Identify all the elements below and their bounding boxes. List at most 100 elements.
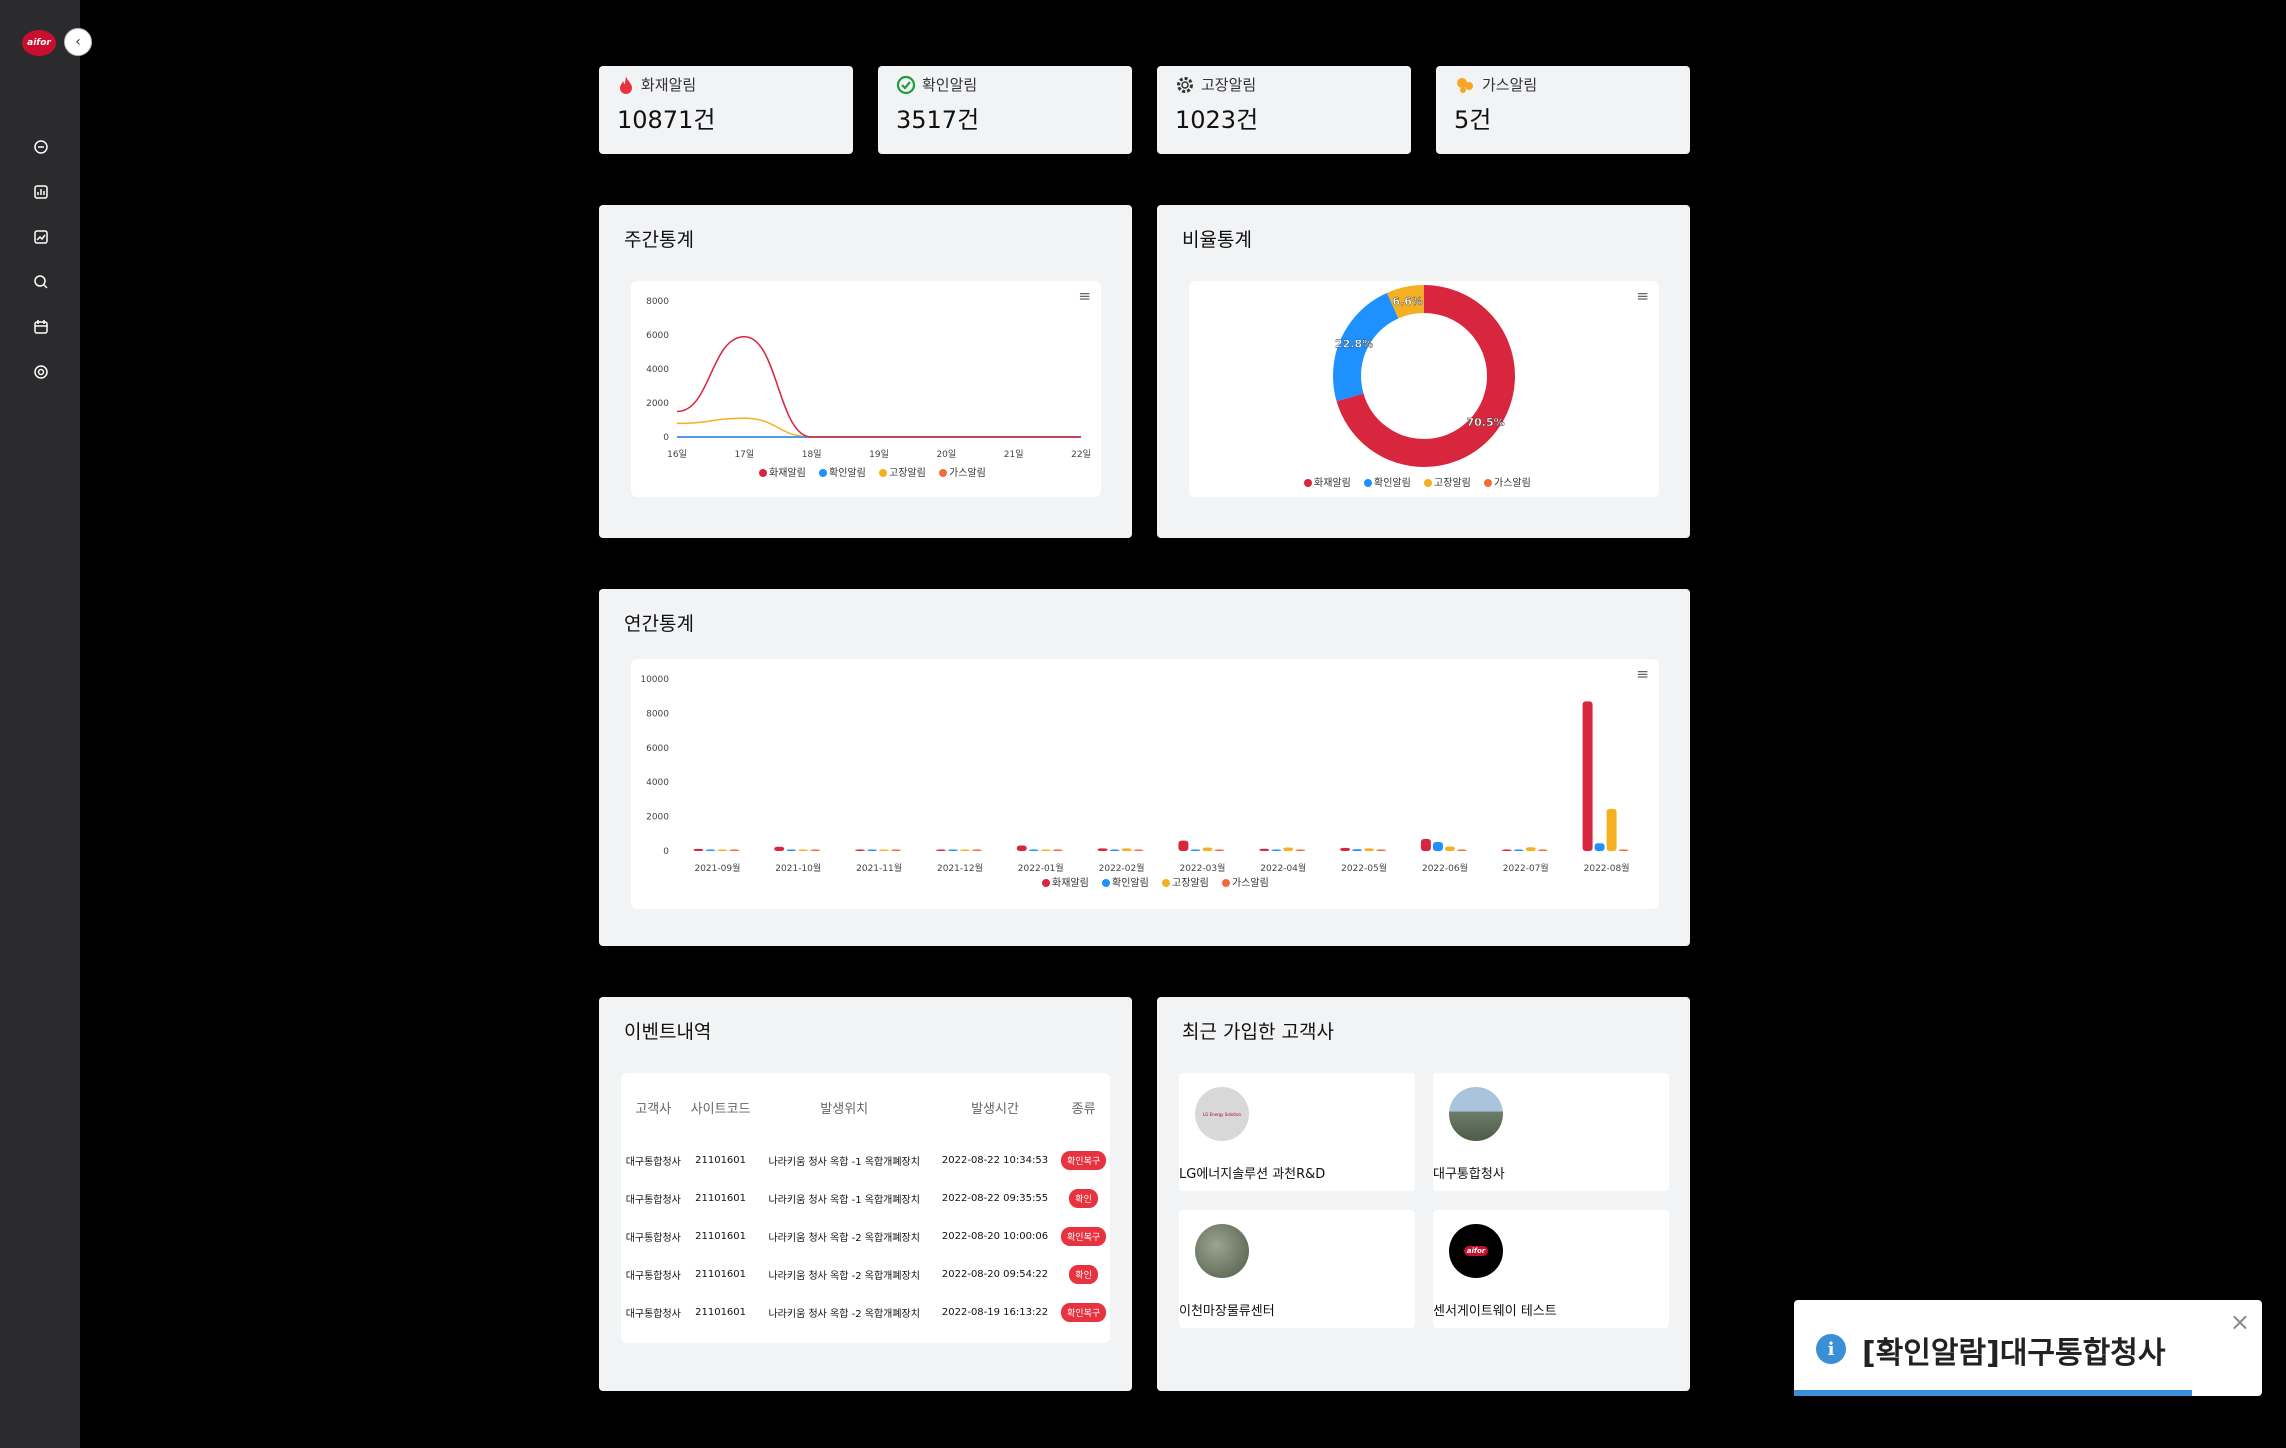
slice-data-label: 6.6%: [1392, 295, 1423, 308]
toast-message: [확인알람]대구통합청사: [1862, 1336, 2166, 1371]
close-icon[interactable]: ×: [2230, 1308, 2250, 1336]
events-table-container: 고객사 사이트코드 발생위치 발생시간 종류 대구통합청사 21101601 나…: [621, 1073, 1110, 1343]
stat-value-confirm: 3517건: [896, 106, 980, 134]
events-title: 이벤트내역: [624, 1021, 712, 1043]
ratio-chart-container: ≡ 70.5% 22.8% 6.6% 화재알림 확인알림 고장알림 가스알림: [1189, 281, 1659, 497]
legend-label: 가스알림: [1232, 877, 1269, 889]
toast-notification[interactable]: i [확인알람]대구통합청사 ×: [1794, 1300, 2262, 1396]
cell-code: 21101601: [695, 1306, 747, 1318]
customer-card[interactable]: LG Energy Solution LG에너지솔루션 과천R&D: [1179, 1073, 1415, 1191]
table-row[interactable]: 대구통합청사 21101601 나라키움 청사 옥합 -2 옥합개폐장치 202…: [621, 1255, 1110, 1293]
bar: [935, 849, 946, 851]
bar: [1283, 847, 1294, 851]
x-tick-label: 2022-07월: [1503, 862, 1549, 874]
bar: [947, 849, 958, 851]
cell-location: 나라키움 청사 옥합 -1 옥합개폐장치: [768, 1194, 920, 1206]
x-tick-label: 20일: [936, 449, 956, 460]
column-header[interactable]: 고객사: [621, 1073, 686, 1141]
calendar-icon[interactable]: [32, 318, 50, 336]
bar: [1432, 842, 1443, 851]
chart-menu-icon[interactable]: ≡: [1636, 287, 1649, 305]
cell-location: 나라키움 청사 옥합 -1 옥합개폐장치: [768, 1156, 920, 1168]
weekly-stats-card: 주간통계 ≡ 0 2000 4000 6000 8000 16일 17일 18일 19일 20일 2…: [599, 205, 1132, 538]
bar: [1214, 849, 1225, 851]
cell-location: 나라키움 청사 옥합 -2 옥합개폐장치: [768, 1232, 920, 1244]
search-icon[interactable]: [32, 273, 50, 291]
stat-value-fire: 10871건: [617, 106, 716, 134]
x-tick-label: 2021-12월: [937, 862, 983, 874]
customer-card[interactable]: 대구통합청사: [1433, 1073, 1669, 1191]
bar: [1444, 846, 1455, 851]
legend-label: 확인알림: [829, 467, 866, 479]
dashboard-icon[interactable]: [32, 138, 50, 156]
table-row[interactable]: 대구통합청사 21101601 나라키움 청사 옥합 -2 옥합개폐장치 202…: [621, 1293, 1110, 1331]
recent-customers-title: 최근 가입한 고객사: [1182, 1021, 1334, 1043]
cell-location: 나라키움 청사 옥합 -2 옥합개폐장치: [768, 1308, 920, 1320]
legend-marker: [1424, 479, 1432, 487]
y-tick-label: 8000: [646, 709, 669, 719]
y-tick-label: 4000: [646, 365, 669, 375]
chart-menu-icon[interactable]: ≡: [1636, 665, 1649, 683]
bar: [1178, 840, 1189, 851]
bar: [1295, 849, 1306, 851]
y-tick-label: 8000: [646, 297, 669, 307]
column-header[interactable]: 발생시간: [933, 1073, 1057, 1141]
status-badge: 확인복구: [1061, 1226, 1107, 1246]
status-badge: 확인: [1069, 1264, 1098, 1284]
legend-label: 확인알림: [1112, 877, 1149, 889]
cell-type: 확인복구: [1057, 1293, 1110, 1331]
bar: [855, 849, 866, 851]
bar: [1352, 849, 1363, 851]
legend-marker: [759, 469, 767, 477]
cell-time: 2022-08-20 10:00:06: [941, 1230, 1049, 1242]
yearly-stats-card: 연간통계 ≡ 0 2000 4000 6000 8000 10000 2021-09월 202…: [599, 589, 1690, 946]
column-header[interactable]: 발생위치: [756, 1073, 933, 1141]
line-chart-icon[interactable]: [32, 228, 50, 246]
weekly-chart-container: ≡ 0 2000 4000 6000 8000 16일 17일 18일 19일 20일 21일 22일…: [631, 281, 1101, 497]
stat-card-confirm: 확인알림 3517건: [878, 66, 1132, 154]
table-row[interactable]: 대구통합청사 21101601 나라키움 청사 옥합 -2 옥합개폐장치 202…: [621, 1217, 1110, 1255]
x-tick-label: 16일: [667, 449, 687, 460]
x-tick-label: 21일: [1004, 449, 1024, 460]
stat-card-fire: 화재알림 10871건: [599, 66, 853, 154]
cell-time: 2022-08-22 09:35:55: [941, 1192, 1049, 1204]
customer-card[interactable]: aifor 센서게이트웨이 테스트: [1433, 1210, 1669, 1328]
stat-card-fault: 고장알림 1023건: [1157, 66, 1411, 154]
chart-menu-icon[interactable]: ≡: [1078, 287, 1091, 305]
x-tick-label: 2022-06월: [1422, 862, 1468, 874]
chevron-left-icon[interactable]: ‹: [64, 28, 92, 56]
bar: [1109, 849, 1120, 851]
cell-customer: 대구통합청사: [625, 1270, 681, 1282]
legend-label: 가스알림: [1494, 477, 1531, 489]
x-tick-label: 2021-10월: [775, 862, 821, 874]
y-tick-label: 4000: [646, 778, 669, 788]
brand-logo[interactable]: aifor: [22, 30, 56, 56]
stat-label-confirm: 확인알림: [896, 74, 977, 95]
bar: [1190, 849, 1201, 851]
legend-label: 고장알림: [889, 467, 926, 479]
settings-icon[interactable]: [32, 363, 50, 381]
bar: [1606, 808, 1617, 851]
cell-type: 확인복구: [1057, 1217, 1110, 1255]
cell-customer: 대구통합청사: [625, 1156, 681, 1168]
sidebar: aifor: [0, 0, 80, 1448]
customer-name: 대구통합청사: [1433, 1167, 1505, 1182]
x-tick-label: 2022-02월: [1099, 862, 1145, 874]
legend-label: 확인알림: [1374, 477, 1411, 489]
x-tick-label: 2022-08월: [1584, 862, 1630, 874]
bar: [879, 849, 890, 851]
bar: [798, 849, 809, 851]
customer-card[interactable]: 이천마장물류센터: [1179, 1210, 1415, 1328]
bar: [971, 849, 982, 851]
bar-chart-icon[interactable]: [32, 183, 50, 201]
bar: [1618, 849, 1629, 851]
cell-customer: 대구통합청사: [625, 1308, 681, 1320]
table-row[interactable]: 대구통합청사 21101601 나라키움 청사 옥합 -1 옥합개폐장치 202…: [621, 1179, 1110, 1217]
ratio-stats-card: 비율통계 ≡ 70.5% 22.8% 6.6% 화재알림 확인알림 고장알림 가스알림: [1157, 205, 1690, 538]
x-tick-label: 19일: [869, 449, 889, 460]
column-header[interactable]: 사이트코드: [686, 1073, 756, 1141]
bar: [1040, 849, 1051, 851]
column-header[interactable]: 종류: [1057, 1073, 1110, 1141]
stat-label-fire: 화재알림: [617, 74, 696, 95]
table-row[interactable]: 대구통합청사 21101601 나라키움 청사 옥합 -1 옥합개폐장치 202…: [621, 1141, 1110, 1179]
